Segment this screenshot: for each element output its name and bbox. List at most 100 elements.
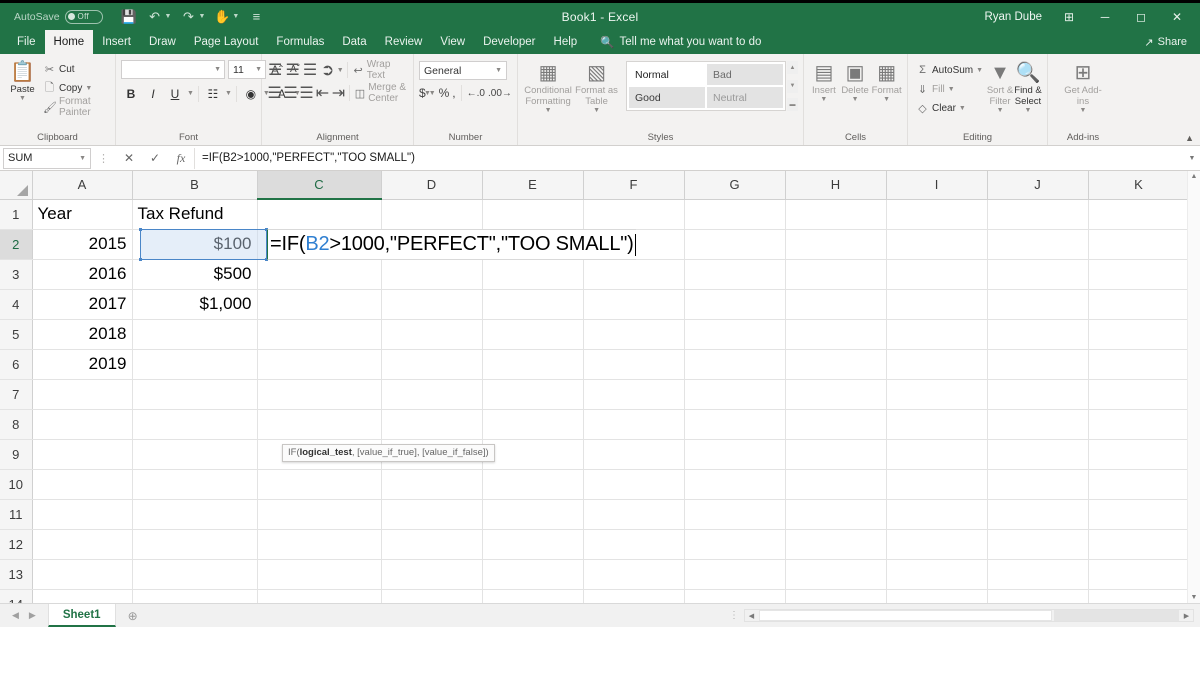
scroll-right-icon[interactable]: ▶: [1180, 612, 1193, 620]
underline-dropdown-icon[interactable]: ▼: [187, 90, 194, 97]
cell-i9[interactable]: [886, 439, 988, 470]
cell-a3[interactable]: 2016: [32, 259, 133, 290]
cell-g2[interactable]: [684, 229, 786, 260]
column-header-d[interactable]: D: [381, 171, 483, 200]
row-header-10[interactable]: 10: [0, 469, 33, 500]
cell-a14[interactable]: [32, 589, 133, 603]
align-middle-icon[interactable]: ☰: [284, 61, 300, 79]
cell-j8[interactable]: [987, 409, 1089, 440]
cell-style-normal[interactable]: Normal: [629, 64, 705, 85]
cell-i8[interactable]: [886, 409, 988, 440]
select-all-corner[interactable]: [0, 171, 33, 200]
cell-b14[interactable]: [132, 589, 258, 603]
account-name[interactable]: Ryan Dube: [984, 11, 1042, 23]
cell-e1[interactable]: [482, 199, 584, 230]
cell-j5[interactable]: [987, 319, 1089, 350]
cell-g14[interactable]: [684, 589, 786, 603]
align-top-icon[interactable]: ☰: [267, 61, 283, 79]
format-cells-dropdown-icon[interactable]: ▼: [883, 96, 890, 103]
cell-j9[interactable]: [987, 439, 1089, 470]
row-header-7[interactable]: 7: [0, 379, 33, 410]
cell-e11[interactable]: [482, 499, 584, 530]
cell-style-bad[interactable]: Bad: [707, 64, 783, 85]
wrap-text-button[interactable]: ↩ Wrap Text: [351, 59, 408, 81]
cell-f12[interactable]: [583, 529, 685, 560]
cell-k5[interactable]: [1088, 319, 1190, 350]
cell-c14[interactable]: [257, 589, 382, 603]
format-as-table-dropdown-icon[interactable]: ▼: [593, 107, 600, 114]
tab-page-layout[interactable]: Page Layout: [185, 30, 268, 54]
tab-formulas[interactable]: Formulas: [267, 30, 333, 54]
cell-i11[interactable]: [886, 499, 988, 530]
cell-e5[interactable]: [482, 319, 584, 350]
cell-k12[interactable]: [1088, 529, 1190, 560]
cell-g5[interactable]: [684, 319, 786, 350]
cell-h10[interactable]: [785, 469, 887, 500]
cell-d10[interactable]: [381, 469, 483, 500]
font-name-input[interactable]: ▼: [121, 60, 225, 79]
cell-c10[interactable]: [257, 469, 382, 500]
column-header-f[interactable]: F: [583, 171, 685, 200]
share-button[interactable]: ↗ Share: [1138, 34, 1193, 51]
italic-button[interactable]: I: [143, 84, 163, 103]
cell-h14[interactable]: [785, 589, 887, 603]
cell-e4[interactable]: [482, 289, 584, 320]
cell-k9[interactable]: [1088, 439, 1190, 470]
cell-k10[interactable]: [1088, 469, 1190, 500]
row-header-3[interactable]: 3: [0, 259, 33, 290]
cell-d12[interactable]: [381, 529, 483, 560]
cell-j14[interactable]: [987, 589, 1089, 603]
ribbon-display-options-icon[interactable]: ⊞: [1052, 3, 1086, 31]
row-header-13[interactable]: 13: [0, 559, 33, 590]
align-left-icon[interactable]: ☰: [267, 84, 282, 102]
cell-b9[interactable]: [132, 439, 258, 470]
cell-d1[interactable]: [381, 199, 483, 230]
cell-k11[interactable]: [1088, 499, 1190, 530]
cell-d14[interactable]: [381, 589, 483, 603]
formula-input[interactable]: =IF(B2>1000,"PERFECT","TOO SMALL"): [194, 147, 1184, 169]
cell-d11[interactable]: [381, 499, 483, 530]
cell-h1[interactable]: [785, 199, 887, 230]
column-header-h[interactable]: H: [785, 171, 887, 200]
cell-d4[interactable]: [381, 289, 483, 320]
cell-g6[interactable]: [684, 349, 786, 380]
percent-format-button[interactable]: %: [439, 86, 450, 100]
cell-f4[interactable]: [583, 289, 685, 320]
customize-quick-access-icon[interactable]: ≡: [244, 6, 268, 28]
cell-f10[interactable]: [583, 469, 685, 500]
insert-function-icon[interactable]: fx: [168, 147, 194, 169]
cell-f9[interactable]: [583, 439, 685, 470]
cell-c1[interactable]: [257, 199, 382, 230]
cell-e12[interactable]: [482, 529, 584, 560]
touch-mode-icon[interactable]: ✋: [210, 6, 234, 28]
tab-draw[interactable]: Draw: [140, 30, 185, 54]
cell-j1[interactable]: [987, 199, 1089, 230]
sheet-tab-sheet1[interactable]: Sheet1: [47, 604, 116, 627]
formula-bar-handle[interactable]: ⋮: [91, 152, 116, 165]
cell-a5[interactable]: 2018: [32, 319, 133, 350]
cell-h13[interactable]: [785, 559, 887, 590]
cell-h4[interactable]: [785, 289, 887, 320]
cell-j3[interactable]: [987, 259, 1089, 290]
cell-b12[interactable]: [132, 529, 258, 560]
copy-dropdown-icon[interactable]: ▼: [85, 85, 92, 92]
cell-i14[interactable]: [886, 589, 988, 603]
cell-i5[interactable]: [886, 319, 988, 350]
column-header-c[interactable]: C: [257, 171, 382, 200]
decrease-indent-icon[interactable]: ⇤: [315, 84, 330, 102]
row-header-5[interactable]: 5: [0, 319, 33, 350]
row-header-2[interactable]: 2: [0, 229, 33, 260]
name-box-dropdown-icon[interactable]: ▼: [79, 155, 86, 162]
cell-h8[interactable]: [785, 409, 887, 440]
scroll-up-icon[interactable]: ▲: [1191, 171, 1198, 182]
horizontal-scrollbar[interactable]: ◀ ▶: [744, 609, 1194, 622]
maximize-button[interactable]: ◻: [1124, 3, 1158, 31]
cell-j6[interactable]: [987, 349, 1089, 380]
cell-e3[interactable]: [482, 259, 584, 290]
row-header-1[interactable]: 1: [0, 199, 33, 230]
tab-data[interactable]: Data: [333, 30, 375, 54]
cell-editor-c2[interactable]: =IF(B2 >1000,"PERFECT","TOO SMALL"): [267, 229, 636, 260]
cell-j13[interactable]: [987, 559, 1089, 590]
cell-g4[interactable]: [684, 289, 786, 320]
number-format-dropdown-icon[interactable]: ▼: [495, 67, 502, 74]
